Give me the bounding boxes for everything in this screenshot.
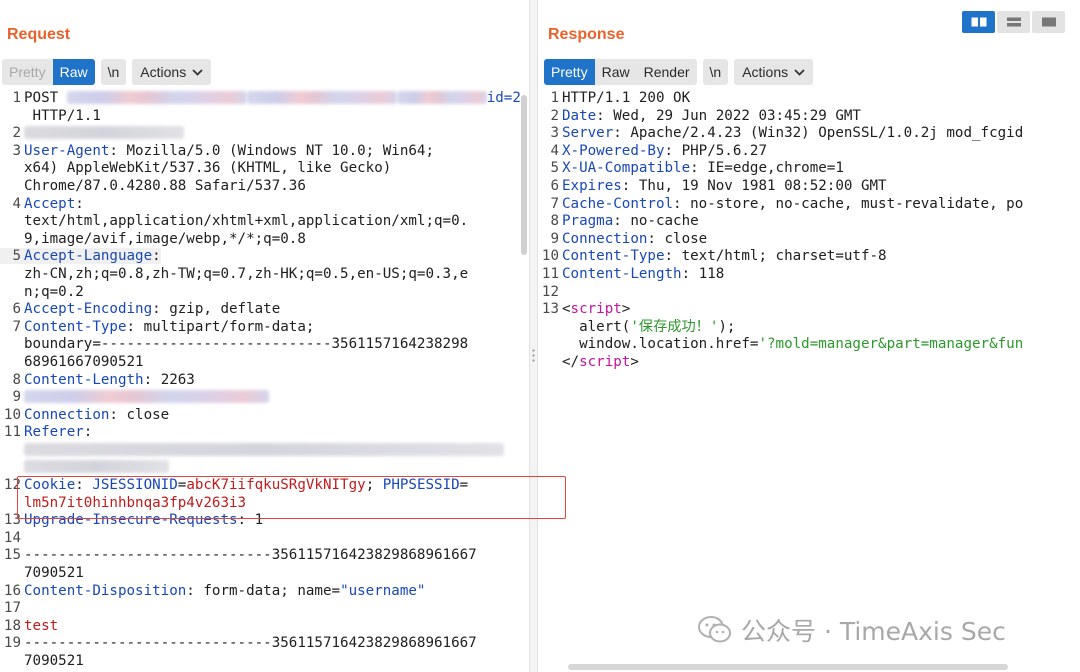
- layout-toggle: [962, 11, 1065, 33]
- editor-line: 68961667090521: [24, 353, 144, 370]
- editor-line: 9,image/avif,image/webp,*/*;q=0.8: [24, 230, 306, 247]
- response-editor[interactable]: 1 HTTP/1.1 200 OK 2 Date: Wed, 29 Jun 2022…: [538, 90, 1080, 372]
- editor-line: 14: [3, 529, 21, 546]
- editor-line: 11 Referer:: [3, 424, 93, 441]
- editor-line: 5 X-UA-Compatible: IE=edge,chrome=1: [550, 160, 844, 177]
- editor-line: 1 HTTP/1.1 200 OK: [550, 90, 691, 106]
- response-title: Response: [548, 26, 625, 43]
- watermark: 公众号 · TimeAxis Sec: [697, 612, 1006, 648]
- columns-icon: [971, 17, 986, 27]
- chevron-down-icon: [794, 68, 805, 76]
- editor-line: 17: [3, 600, 21, 617]
- editor-line: lm5n7it0hinhbnqa3fp4v263i3: [24, 494, 247, 511]
- render-tab[interactable]: Render: [637, 59, 697, 85]
- editor-line: 12 Cookie: JSESSIONID=abcK7iifqkuSRgVkNIT…: [3, 477, 469, 494]
- response-toolbar: Pretty Raw Render \n Actions: [544, 59, 814, 85]
- layout-stacked-button[interactable]: [997, 11, 1030, 33]
- editor-line: HTTP/1.1: [24, 107, 101, 124]
- request-toolbar: Pretty Raw \n Actions: [2, 59, 212, 85]
- editor-line: 7 Content-Type: multipart/form-data;: [12, 318, 315, 335]
- editor-line: 12: [541, 283, 559, 300]
- editor-line: 7090521: [24, 565, 84, 582]
- request-view-toggle: Pretty Raw: [2, 59, 95, 85]
- single-pane-icon: [1041, 17, 1056, 27]
- editor-line: 8 Pragma: no-cache: [550, 213, 699, 230]
- pretty-tab[interactable]: Pretty: [544, 59, 595, 85]
- wechat-icon: [698, 616, 731, 643]
- editor-line: x64) AppleWebKit/537.36 (KHTML, like Gec…: [24, 160, 392, 177]
- newline-toggle[interactable]: \n: [702, 59, 729, 85]
- raw-tab[interactable]: Raw: [52, 59, 95, 85]
- editor-line: 3 Server: Apache/2.4.23 (Win32) OpenSSL/1…: [550, 125, 1024, 142]
- editor-line: 7 Cache-Control: no-store, no-cache, must…: [550, 195, 1024, 212]
- editor-line: 16 Content-Disposition: form-data; name="…: [3, 582, 426, 599]
- rows-icon: [1006, 17, 1021, 27]
- editor-line: 15 -----------------------------356115716…: [3, 547, 477, 564]
- editor-line: 1 POST id=2: [12, 90, 521, 106]
- editor-line: n;q=0.2: [24, 283, 84, 300]
- editor-line: 5 Accept-Language:: [0, 248, 161, 265]
- actions-menu[interactable]: Actions: [734, 59, 814, 85]
- newline-toggle[interactable]: \n: [100, 59, 127, 85]
- editor-line: text/html,application/xhtml+xml,applicat…: [24, 213, 469, 230]
- editor-line: 3 User-Agent: Mozilla/5.0 (Windows NT 10.…: [12, 142, 435, 159]
- response-pane: Response Pretty Raw Render \n Actions 1H…: [537, 0, 1080, 672]
- editor-line: 18 test: [3, 617, 59, 634]
- actions-menu[interactable]: Actions: [132, 59, 212, 85]
- editor-line: 2: [0, 125, 184, 141]
- editor-line: window.location.href='?mold=manager&part…: [562, 336, 1024, 353]
- editor-line: 10 Content-Type: text/html; charset=utf-8: [541, 248, 887, 265]
- layout-side-by-side-button[interactable]: [962, 11, 995, 33]
- editor-line: Chrome/87.0.4280.88 Safari/537.36: [24, 177, 306, 194]
- editor-line: 13 <script>: [541, 301, 631, 318]
- editor-line: </script>: [562, 353, 639, 370]
- layout-tabs-button[interactable]: [1032, 11, 1065, 33]
- raw-tab[interactable]: Raw: [595, 59, 637, 85]
- actions-label: Actions: [742, 64, 789, 80]
- request-editor[interactable]: 1 POST id=2 HTTP/1.1 2 3 User-Agent: Mozil…: [0, 90, 521, 671]
- editor-line: 11 Content-Length: 118: [541, 265, 725, 282]
- pretty-tab[interactable]: Pretty: [2, 59, 53, 85]
- response-horizontal-scrollbar[interactable]: [568, 664, 1008, 670]
- editor-line: 8 Content-Length: 2263: [12, 371, 195, 388]
- response-view-toggle: Pretty Raw Render: [544, 59, 697, 85]
- editor-line: 6 Expires: Thu, 19 Nov 1981 08:52:00 GMT: [550, 177, 887, 194]
- editor-line: 6 Accept-Encoding: gzip, deflate: [12, 301, 281, 318]
- editor-line: 9: [0, 389, 269, 405]
- editor-line: 19 -----------------------------356115716…: [3, 635, 477, 652]
- actions-label: Actions: [140, 64, 187, 80]
- editor-line: 4 X-Powered-By: PHP/5.6.27: [550, 142, 768, 159]
- request-title: Request: [7, 26, 71, 43]
- editor-line: 13 Upgrade-Insecure-Requests: 1: [3, 512, 264, 529]
- request-pane: Request Pretty Raw \n Actions 1 POST id=2…: [0, 0, 530, 672]
- editor-line: [0, 459, 169, 475]
- editor-line: boundary=---------------------------3561…: [24, 336, 469, 353]
- editor-line: zh-CN,zh;q=0.8,zh-TW;q=0.7,zh-HK;q=0.5,e…: [24, 265, 469, 282]
- chevron-down-icon: [192, 68, 203, 76]
- watermark-text: 公众号 · TimeAxis Sec: [741, 617, 1006, 646]
- editor-line: 2 Date: Wed, 29 Jun 2022 03:45:29 GMT: [550, 107, 861, 124]
- request-scrollbar[interactable]: [521, 95, 527, 255]
- editor-line: 9 Connection: close: [550, 230, 708, 247]
- editor-line: 7090521: [24, 653, 84, 669]
- editor-line: alert('保存成功！');: [562, 318, 736, 335]
- editor-line: 10 Connection: close: [3, 406, 170, 423]
- splitter-grip-icon: [532, 348, 535, 364]
- pane-splitter[interactable]: [530, 0, 537, 672]
- editor-line: [0, 442, 504, 458]
- editor-line: 4 Accept:: [12, 195, 84, 212]
